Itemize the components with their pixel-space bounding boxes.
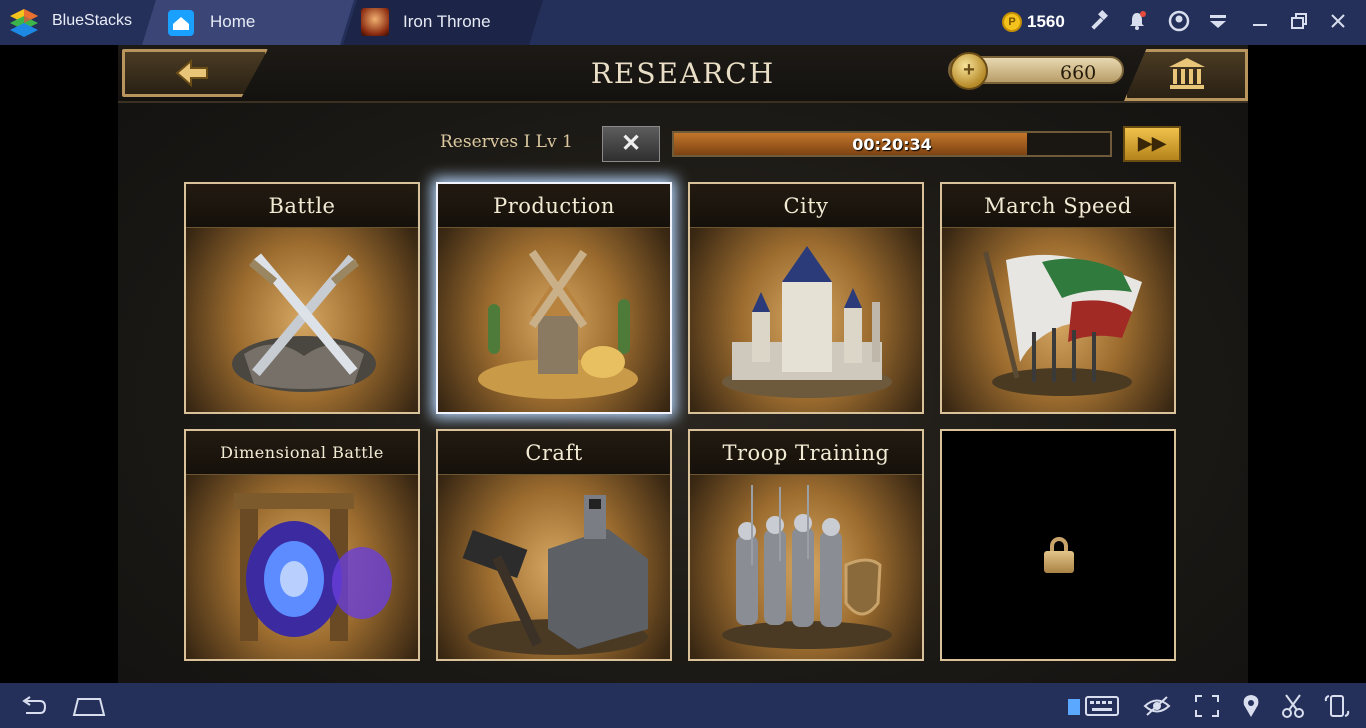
tab-home[interactable]: Home: [142, 0, 354, 45]
research-in-progress-label: Reserves I Lv 1: [440, 132, 573, 152]
bell-icon[interactable]: [1125, 10, 1149, 34]
cancel-research-button[interactable]: ✕: [602, 126, 660, 162]
scissors-icon[interactable]: [1278, 693, 1308, 719]
research-card-troop-training[interactable]: Troop Training: [688, 429, 924, 661]
battle-swords-icon: [232, 253, 376, 392]
keyboard-icon[interactable]: [1066, 693, 1122, 719]
close-icon[interactable]: [1326, 10, 1350, 34]
war-flag-icon: [983, 251, 1142, 396]
minimize-icon[interactable]: [1248, 10, 1272, 34]
bank-icon: [1167, 56, 1207, 92]
menu-icon[interactable]: [1206, 10, 1230, 34]
card-label: Troop Training: [690, 431, 922, 475]
research-card-craft[interactable]: Craft: [436, 429, 672, 661]
bank-button[interactable]: [1124, 49, 1248, 101]
card-label: City: [690, 184, 922, 228]
research-card-dimensional-battle[interactable]: Dimensional Battle: [184, 429, 420, 661]
card-label: Craft: [438, 431, 670, 475]
gold-counter: 660 +: [948, 49, 1248, 101]
game-screen: RESEARCH 660 + Reserves I Lv 1 ✕ 00:20:3…: [118, 45, 1248, 683]
account-icon[interactable]: [1167, 10, 1191, 34]
card-label: Production: [438, 184, 670, 228]
restore-icon[interactable]: [1287, 10, 1311, 34]
research-card-production[interactable]: Production: [436, 182, 672, 414]
home-icon: [168, 10, 194, 36]
research-card-locked: [940, 429, 1176, 661]
fullscreen-icon[interactable]: [1192, 693, 1222, 719]
research-card-city[interactable]: City: [688, 182, 924, 414]
portal-icon: [234, 493, 392, 641]
tab-iron-throne-label: Iron Throne: [403, 12, 491, 31]
windmill-icon: [478, 249, 638, 399]
bluestacks-logo-icon: [10, 9, 38, 37]
research-progress-bar: 00:20:34: [672, 131, 1112, 157]
coin-icon: P: [1002, 12, 1022, 32]
lock-icon: [1044, 537, 1074, 573]
card-label: Dimensional Battle: [186, 431, 418, 475]
research-card-battle[interactable]: Battle: [184, 182, 420, 414]
coin-count[interactable]: 1560: [1027, 12, 1065, 32]
game-icon: [361, 8, 389, 36]
card-label: Battle: [186, 184, 418, 228]
tab-home-label: Home: [210, 12, 256, 31]
rotate-icon[interactable]: [1322, 693, 1352, 719]
add-gold-icon[interactable]: +: [950, 52, 988, 90]
home-icon[interactable]: [70, 693, 108, 719]
research-timer: 00:20:34: [852, 135, 932, 154]
eye-icon[interactable]: [1142, 693, 1172, 719]
forge-hammer-icon: [462, 495, 648, 655]
gold-value: 660: [1060, 62, 1097, 84]
card-label: March Speed: [942, 184, 1174, 228]
bluestacks-titlebar: BlueStacks Home Iron Throne P 1560: [0, 0, 1366, 45]
location-icon[interactable]: [1236, 693, 1266, 719]
soldiers-icon: [722, 485, 892, 649]
castle-icon: [722, 246, 892, 398]
hammer-icon[interactable]: [1087, 10, 1111, 34]
research-header: RESEARCH 660 +: [118, 45, 1248, 103]
android-navbar: [0, 683, 1366, 728]
research-card-march-speed[interactable]: March Speed: [940, 182, 1176, 414]
back-icon[interactable]: [18, 693, 48, 719]
app-name: BlueStacks: [52, 12, 133, 29]
speed-up-button[interactable]: ▶▶: [1123, 126, 1181, 162]
tab-iron-throne[interactable]: Iron Throne: [343, 0, 543, 45]
